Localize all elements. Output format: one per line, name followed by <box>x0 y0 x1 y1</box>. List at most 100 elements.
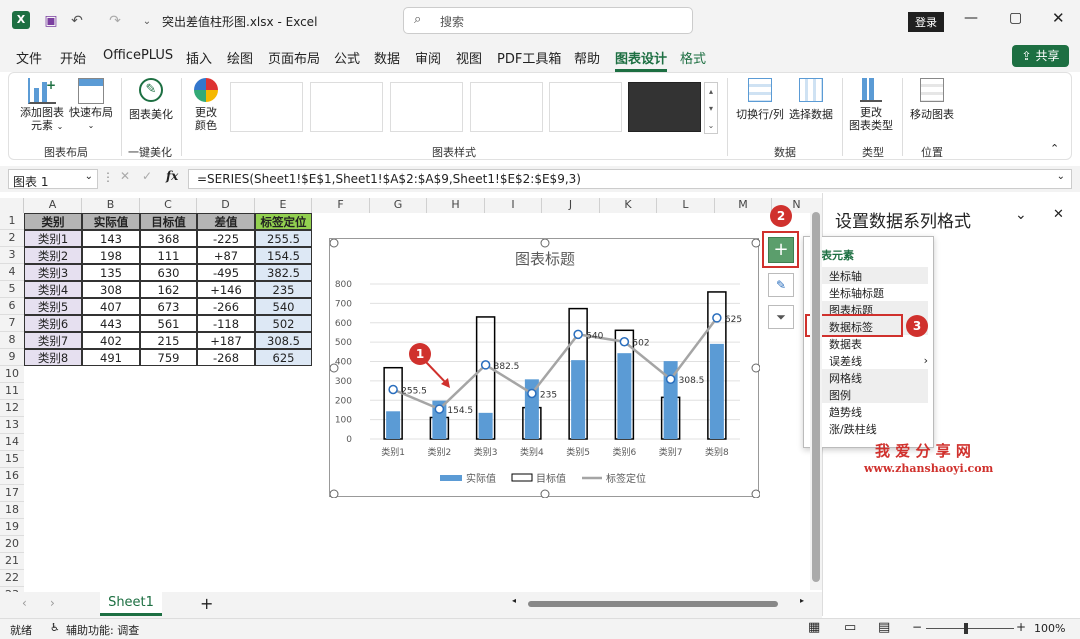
row-header-1[interactable]: 1 <box>0 213 24 230</box>
chart-area[interactable]: 图表标题 0 100 200 300 400 500 600 700 800 类别1 类别2 类别3 类别… <box>329 238 761 499</box>
row-header-18[interactable]: 18 <box>0 502 24 519</box>
enter-icon[interactable]: ✓ <box>142 169 152 183</box>
tab-review[interactable]: 审阅 <box>415 48 441 67</box>
table-cell[interactable]: 135 <box>82 264 140 281</box>
table-cell[interactable]: 402 <box>82 332 140 349</box>
normal-view-icon[interactable]: ▦ <box>808 620 820 635</box>
chart-style-3[interactable] <box>390 82 463 132</box>
table-cell[interactable]: 502 <box>255 315 312 332</box>
table-cell[interactable]: 625 <box>255 349 312 366</box>
move-chart-button[interactable]: 移动图表 <box>906 78 958 121</box>
minimize-icon[interactable]: — <box>964 10 978 26</box>
chart-element-6[interactable]: ✓网格线 <box>810 369 928 386</box>
zoom-slider[interactable] <box>926 623 1014 634</box>
row-header-17[interactable]: 17 <box>0 485 24 502</box>
row-header-11[interactable]: 11 <box>0 383 24 400</box>
table-cell[interactable]: +87 <box>197 247 255 264</box>
style-scroll[interactable]: ▴ ▾ ⌄ <box>704 82 718 134</box>
row-header-2[interactable]: 2 <box>0 230 24 247</box>
table-cell[interactable]: +146 <box>197 281 255 298</box>
table-cell[interactable]: 673 <box>140 298 197 315</box>
table-cell[interactable]: 类别7 <box>24 332 82 349</box>
column-header-H[interactable]: H <box>427 198 485 213</box>
maximize-icon[interactable]: ▢ <box>1009 10 1022 26</box>
column-header-F[interactable]: F <box>312 198 370 213</box>
chart-element-7[interactable]: ✓图例 <box>810 386 928 403</box>
column-header-L[interactable]: L <box>657 198 715 213</box>
row-header-14[interactable]: 14 <box>0 434 24 451</box>
select-all[interactable] <box>0 198 24 213</box>
tab-insert[interactable]: 插入 <box>186 48 212 67</box>
table-cell[interactable]: 759 <box>140 349 197 366</box>
insert-function-icon[interactable]: fx <box>166 169 178 183</box>
table-cell[interactable]: 198 <box>82 247 140 264</box>
redo-icon[interactable]: ↷ <box>104 10 126 32</box>
formula-input[interactable]: =SERIES(Sheet1!$E$1,Sheet1!$A$2:$A$9,She… <box>188 169 1072 189</box>
chart-styles-button[interactable]: ✎ <box>768 273 794 297</box>
table-cell[interactable]: 类别3 <box>24 264 82 281</box>
table-cell[interactable]: -266 <box>197 298 255 315</box>
chart-filters-button[interactable]: ⏷ <box>768 305 794 329</box>
table-cell[interactable]: 443 <box>82 315 140 332</box>
table-cell[interactable]: 类别2 <box>24 247 82 264</box>
table-cell[interactable]: 类别8 <box>24 349 82 366</box>
undo-icon[interactable]: ↶ <box>66 10 88 32</box>
row-header-5[interactable]: 5 <box>0 281 24 298</box>
chart-style-2[interactable] <box>310 82 383 132</box>
column-header-A[interactable]: A <box>24 198 82 213</box>
table-cell[interactable]: 154.5 <box>255 247 312 264</box>
column-header-J[interactable]: J <box>542 198 600 213</box>
switch-rowcol-button[interactable]: 切换行/列 <box>734 78 786 121</box>
table-cell[interactable]: -495 <box>197 264 255 281</box>
share-button[interactable]: ⇪ 共享 <box>1012 45 1069 67</box>
table-cell[interactable]: 类别1 <box>24 230 82 247</box>
column-header-B[interactable]: B <box>82 198 140 213</box>
row-header-19[interactable]: 19 <box>0 519 24 536</box>
column-header-M[interactable]: M <box>715 198 772 213</box>
column-header-E[interactable]: E <box>255 198 312 213</box>
table-cell[interactable]: 类别4 <box>24 281 82 298</box>
column-header-K[interactable]: K <box>600 198 657 213</box>
zoom-level[interactable]: 100% <box>1034 622 1065 635</box>
table-cell[interactable]: +187 <box>197 332 255 349</box>
row-header-13[interactable]: 13 <box>0 417 24 434</box>
table-header-cell[interactable]: 标签定位 <box>255 213 312 230</box>
select-data-button[interactable]: 选择数据 <box>787 78 835 121</box>
tab-file[interactable]: 文件 <box>16 48 42 67</box>
tab-help[interactable]: 帮助 <box>574 48 600 67</box>
change-type-button[interactable]: 更改 图表类型 <box>846 78 896 132</box>
horizontal-scrollbar[interactable]: ◂ ▸ <box>512 596 812 609</box>
chart-element-8[interactable]: 趋势线 <box>810 403 928 420</box>
row-header-8[interactable]: 8 <box>0 332 24 349</box>
row-header-10[interactable]: 10 <box>0 366 24 383</box>
add-element-button[interactable]: + 添加图表 元素 ⌄ <box>18 78 66 133</box>
tab-format[interactable]: 格式 <box>680 48 706 67</box>
table-cell[interactable]: -268 <box>197 349 255 366</box>
table-cell[interactable]: 630 <box>140 264 197 281</box>
chevron-down-icon[interactable]: ⌄ <box>1015 207 1027 223</box>
chart-style-6[interactable] <box>628 82 701 132</box>
table-cell[interactable]: 308.5 <box>255 332 312 349</box>
chart-style-4[interactable] <box>470 82 543 132</box>
chart-element-9[interactable]: 涨/跌柱线 <box>810 420 928 437</box>
name-box[interactable]: 图表 1 ⌄ <box>8 169 98 189</box>
column-header-G[interactable]: G <box>370 198 427 213</box>
tab-data[interactable]: 数据 <box>374 48 400 67</box>
sheet-tab-sheet1[interactable]: Sheet1 <box>100 592 162 616</box>
table-cell[interactable]: 143 <box>82 230 140 247</box>
cancel-icon[interactable]: ✕ <box>120 169 130 183</box>
vertical-scrollbar[interactable] <box>810 198 822 590</box>
column-header-D[interactable]: D <box>197 198 255 213</box>
chart-style-1[interactable] <box>230 82 303 132</box>
add-sheet-button[interactable]: + <box>200 594 213 613</box>
row-header-16[interactable]: 16 <box>0 468 24 485</box>
chevron-right-icon[interactable]: › <box>924 354 928 367</box>
table-cell[interactable]: 407 <box>82 298 140 315</box>
table-cell[interactable]: 491 <box>82 349 140 366</box>
table-cell[interactable]: 255.5 <box>255 230 312 247</box>
table-header-cell[interactable]: 目标值 <box>140 213 197 230</box>
tab-chart-design[interactable]: 图表设计 <box>615 48 668 72</box>
table-header-cell[interactable]: 差值 <box>197 213 255 230</box>
row-header-20[interactable]: 20 <box>0 536 24 553</box>
table-header-cell[interactable]: 类别 <box>24 213 82 230</box>
